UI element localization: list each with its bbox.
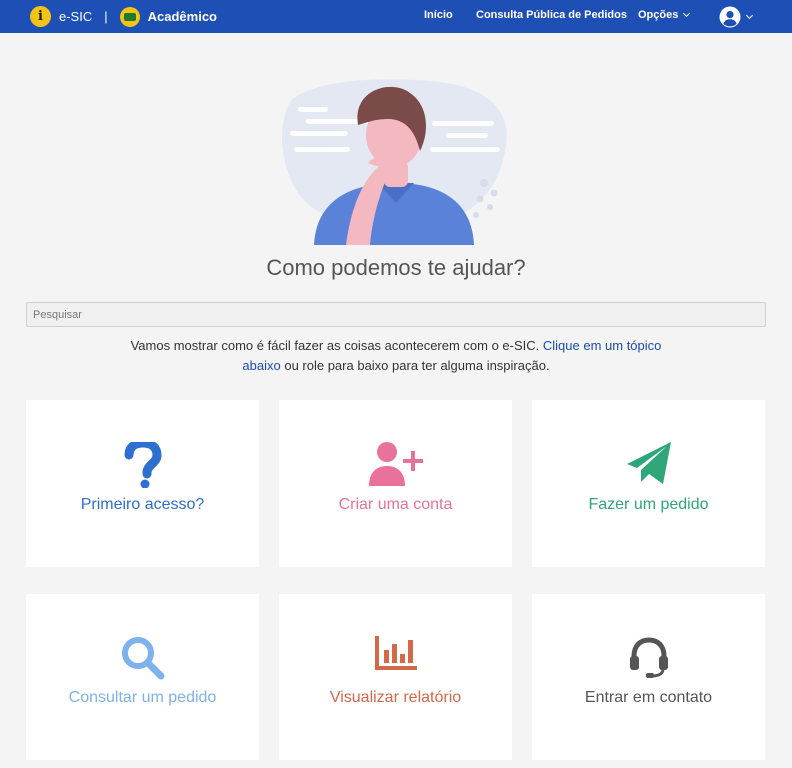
brand-name: e-SIC xyxy=(59,9,93,24)
card-consultar-pedido-label: Consultar um pedido xyxy=(68,689,217,706)
card-entrar-contato-label: Entrar em contato xyxy=(584,689,713,706)
card-primeiro-acesso[interactable]: Primeiro acesso? xyxy=(26,400,259,567)
nav-link-consulta-publica[interactable]: Consulta Pública de Pedidos xyxy=(476,9,627,21)
search-icon xyxy=(121,637,164,680)
institution-logo-icon xyxy=(119,6,140,27)
user-menu-button[interactable] xyxy=(719,6,754,28)
question-icon xyxy=(124,442,161,488)
thinking-person-illustration xyxy=(281,79,507,245)
headset-icon xyxy=(629,637,668,678)
nav-dropdown-opcoes-label: Opções xyxy=(638,9,679,21)
paper-plane-icon xyxy=(626,442,671,484)
card-criar-conta[interactable]: Criar uma conta xyxy=(279,400,512,567)
card-fazer-pedido-label: Fazer um pedido xyxy=(588,496,709,513)
esic-logo-icon: i xyxy=(30,6,51,27)
intro-text-after: ou role para baixo para ter alguma inspi… xyxy=(280,358,550,373)
card-criar-conta-label: Criar uma conta xyxy=(338,496,453,513)
chevron-down-icon xyxy=(745,11,754,19)
top-navbar: i e-SIC | Acadêmico Início Consulta Públ… xyxy=(0,0,792,33)
search-input[interactable] xyxy=(26,302,766,327)
chevron-down-icon xyxy=(683,9,691,18)
card-consultar-pedido[interactable]: Consultar um pedido xyxy=(26,594,259,760)
institution-name: Acadêmico xyxy=(147,9,217,24)
brand-area[interactable]: i e-SIC | Acadêmico xyxy=(30,0,217,33)
nav-link-inicio[interactable]: Início xyxy=(424,9,453,21)
page-title: Como podemos te ajudar? xyxy=(266,255,526,280)
card-visualizar-relatorio[interactable]: Visualizar relatório xyxy=(279,594,512,760)
card-fazer-pedido[interactable]: Fazer um pedido xyxy=(532,400,765,567)
card-primeiro-acesso-label: Primeiro acesso? xyxy=(80,496,205,513)
card-entrar-contato[interactable]: Entrar em contato xyxy=(532,594,765,760)
card-visualizar-relatorio-label: Visualizar relatório xyxy=(329,689,462,706)
bar-chart-icon xyxy=(374,636,417,670)
logo-glyph: i xyxy=(38,9,43,24)
user-plus-icon xyxy=(368,442,423,486)
user-circle-icon xyxy=(719,6,741,28)
brand-separator: | xyxy=(104,9,108,24)
intro-text-before: Vamos mostrar como é fácil fazer as cois… xyxy=(130,338,543,353)
nav-dropdown-opcoes[interactable]: Opções xyxy=(638,9,691,21)
intro-text: Vamos mostrar como é fácil fazer as cois… xyxy=(126,336,666,376)
